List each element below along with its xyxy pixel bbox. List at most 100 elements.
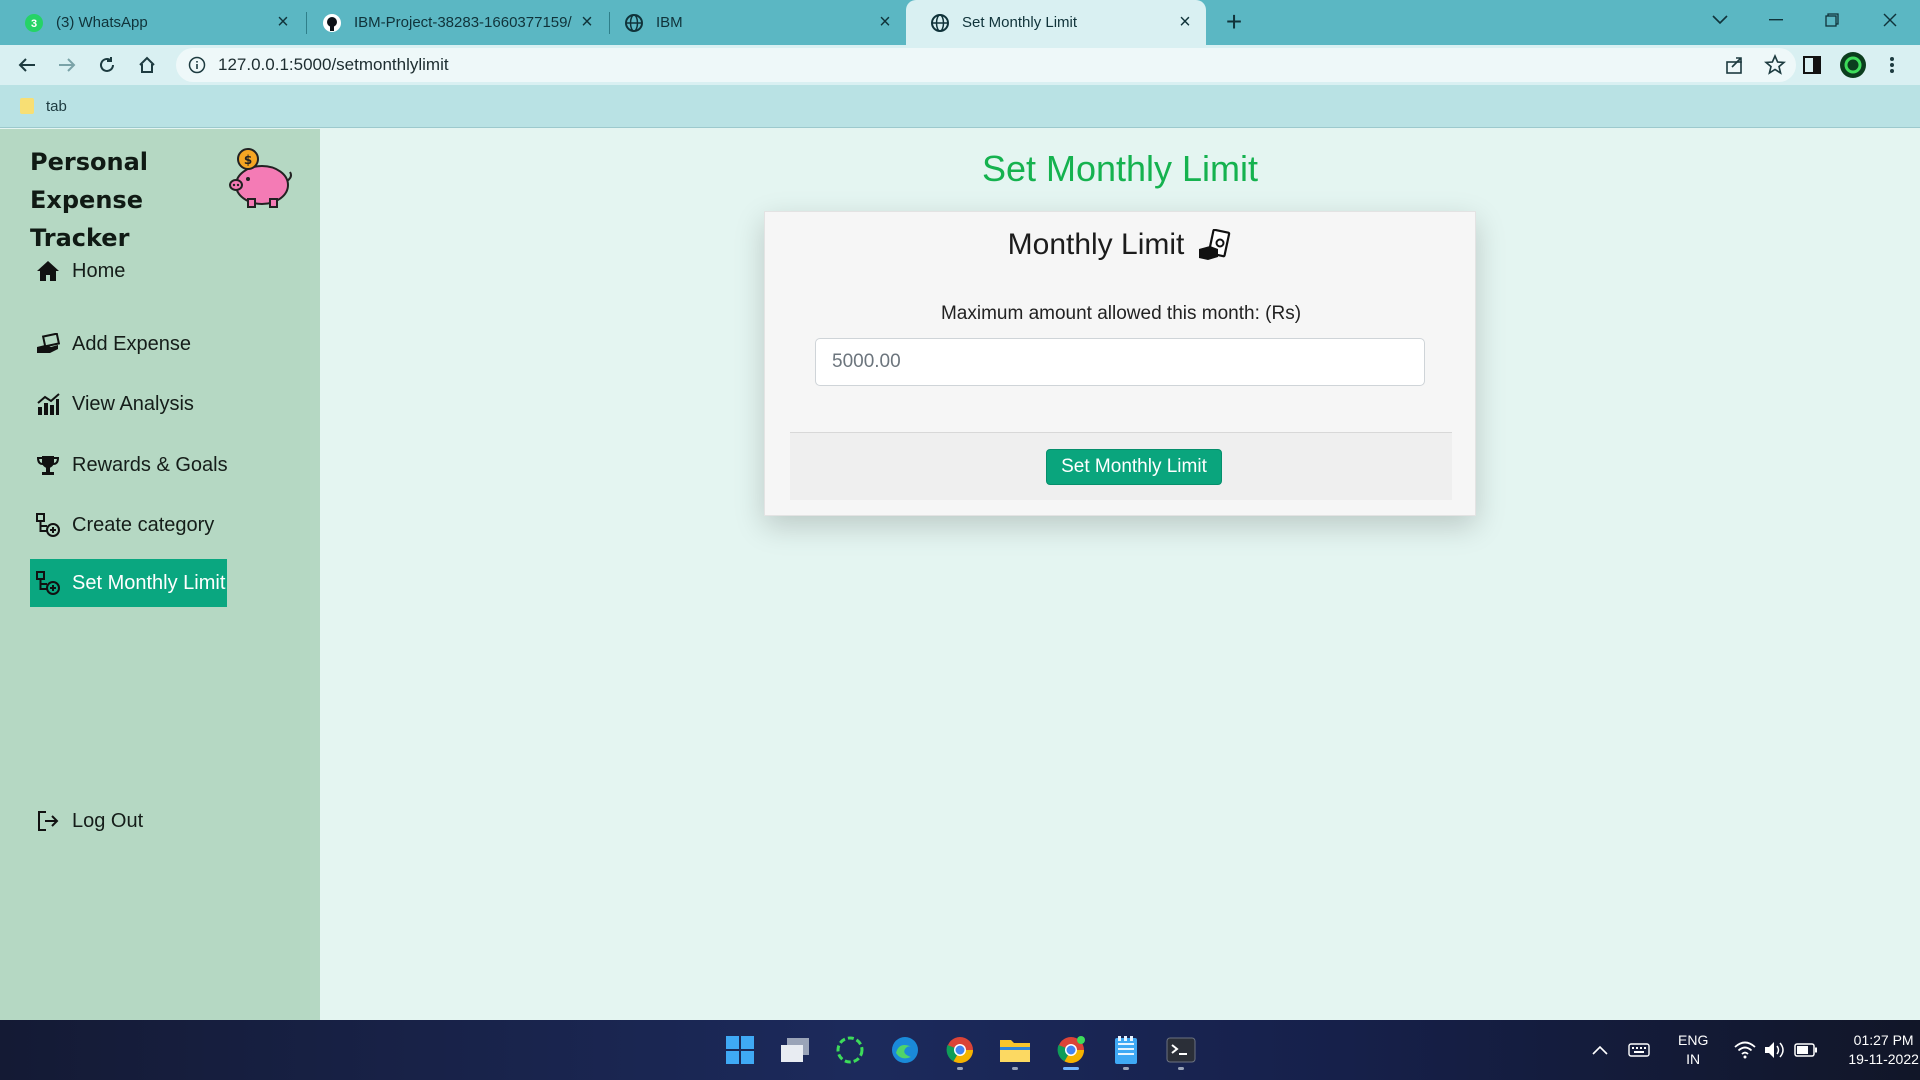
github-icon — [322, 13, 342, 33]
reload-icon — [100, 57, 114, 72]
monthly-limit-card: Monthly Limit Maximum amount allowed thi… — [764, 211, 1476, 516]
system-tray: ENG IN 01:27 PM 19-11-2022 — [1592, 1020, 1919, 1080]
trophy-icon — [36, 453, 60, 477]
language-indicator[interactable]: ENG IN — [1678, 1031, 1708, 1069]
task-view-button[interactable] — [773, 1028, 817, 1072]
arrow-right-icon — [59, 58, 76, 72]
chevron-down-icon — [1712, 15, 1728, 25]
max-amount-label: Maximum amount allowed this month: (Rs) — [940, 303, 1302, 324]
close-icon[interactable]: × — [1172, 10, 1198, 36]
sidebar-item-add-expense[interactable]: Add Expense — [30, 320, 195, 368]
wifi-icon[interactable] — [1734, 1041, 1756, 1059]
task-view-icon — [781, 1038, 809, 1062]
bookmarks-bar: tab — [0, 85, 1920, 128]
sidebar-item-rewards-goals[interactable]: Rewards & Goals — [30, 441, 232, 489]
home-icon — [36, 259, 60, 283]
card-footer: Set Monthly Limit — [790, 432, 1452, 500]
sidebar-item-label: Create category — [72, 513, 215, 536]
battery-icon[interactable] — [1794, 1043, 1818, 1057]
sidebar-item-label: Add Expense — [72, 332, 191, 355]
edge-button[interactable] — [883, 1028, 927, 1072]
start-button[interactable] — [718, 1028, 762, 1072]
running-indicator — [957, 1067, 963, 1070]
windows-taskbar: ENG IN 01:27 PM 19-11-2022 — [0, 1020, 1920, 1080]
tab-title: IBM — [656, 14, 683, 31]
sidebar-item-label: Log Out — [72, 809, 144, 832]
svg-text:3: 3 — [31, 18, 37, 30]
sidebar-item-home[interactable]: Home — [30, 247, 129, 295]
clock[interactable]: 01:27 PM 19-11-2022 — [1848, 1031, 1919, 1069]
clock-time: 01:27 PM — [1853, 1032, 1914, 1048]
category-add-icon — [36, 571, 60, 595]
back-button[interactable] — [11, 49, 43, 81]
keyboard-icon[interactable] — [1628, 1042, 1650, 1058]
chrome-button[interactable] — [938, 1028, 982, 1072]
close-icon — [1883, 13, 1897, 27]
chevron-up-icon[interactable] — [1592, 1045, 1608, 1055]
running-indicator — [1178, 1067, 1184, 1070]
info-icon[interactable] — [188, 56, 206, 74]
sidebar-item-label: Home — [72, 259, 126, 282]
star-icon[interactable] — [1764, 54, 1786, 76]
svg-text:$: $ — [244, 153, 252, 167]
set-monthly-limit-button[interactable]: Set Monthly Limit — [1046, 449, 1222, 485]
notepad-icon — [1115, 1036, 1137, 1064]
sidebar-item-label: View Analysis — [72, 392, 194, 415]
cash-hand-icon — [1199, 229, 1231, 260]
card-title: Monthly Limit — [1007, 228, 1185, 261]
sidebar-item-set-monthly-limit[interactable]: Set Monthly Limit — [30, 559, 227, 607]
close-icon[interactable]: × — [574, 10, 600, 36]
browser-tab-strip: 3 (3) WhatsApp × IBM-Project-38283-16603… — [0, 0, 1920, 45]
tab-set-monthly-limit[interactable]: Set Monthly Limit × — [906, 0, 1206, 45]
volume-icon[interactable] — [1764, 1041, 1786, 1059]
region-code: IN — [1686, 1051, 1701, 1067]
close-window-button[interactable] — [1862, 0, 1918, 40]
folder-icon — [20, 98, 34, 114]
kebab-menu-icon — [1890, 57, 1894, 73]
close-icon[interactable]: × — [872, 10, 898, 36]
file-explorer-icon — [1000, 1040, 1030, 1062]
restore-button[interactable] — [1804, 0, 1860, 40]
tab-whatsapp[interactable]: 3 (3) WhatsApp × — [0, 0, 304, 45]
notepad-button[interactable] — [1104, 1028, 1148, 1072]
address-bar[interactable]: 127.0.0.1:5000/setmonthlylimit — [176, 48, 1796, 82]
reload-button[interactable] — [91, 49, 123, 81]
side-panel-button[interactable] — [1796, 49, 1828, 81]
home-button[interactable] — [131, 49, 163, 81]
close-icon[interactable]: × — [270, 10, 296, 36]
forward-button[interactable] — [51, 49, 83, 81]
browser-menu-button[interactable] — [1876, 49, 1908, 81]
terminal-button[interactable] — [1159, 1028, 1203, 1072]
monthly-limit-input[interactable] — [815, 338, 1425, 386]
app-brand-title: Personal Expense Tracker — [30, 148, 148, 252]
globe-icon — [624, 13, 644, 33]
app-icon — [836, 1036, 864, 1064]
bookmark-folder-tab[interactable]: tab — [20, 98, 67, 115]
taskbar-app-button[interactable] — [828, 1028, 872, 1072]
sidebar-item-create-category[interactable]: Create category — [30, 501, 218, 549]
chart-icon — [36, 392, 60, 416]
logout-button[interactable]: Log Out — [30, 797, 147, 845]
chrome-icon — [1057, 1036, 1085, 1064]
tab-divider — [306, 12, 307, 34]
edge-icon — [892, 1037, 918, 1063]
file-explorer-button[interactable] — [993, 1028, 1037, 1072]
piggy-bank-icon: $ — [229, 148, 292, 208]
minimize-button[interactable] — [1748, 0, 1804, 40]
chrome-active-button[interactable] — [1049, 1028, 1093, 1072]
profile-avatar[interactable] — [1837, 49, 1869, 81]
sidebar-item-label: Rewards & Goals — [72, 453, 228, 476]
new-tab-button[interactable]: + — [1218, 6, 1250, 38]
tab-search-button[interactable] — [1692, 0, 1748, 40]
tab-title: Set Monthly Limit — [962, 14, 1078, 31]
running-indicator — [1063, 1067, 1079, 1070]
sidebar-item-view-analysis[interactable]: View Analysis — [30, 380, 198, 428]
share-icon[interactable] — [1724, 54, 1746, 76]
side-panel-icon — [1803, 56, 1821, 74]
tab-ibm[interactable]: IBM × — [610, 0, 906, 45]
sidebar-item-label: Set Monthly Limit — [72, 571, 226, 594]
avatar-icon — [1840, 52, 1866, 78]
tab-github[interactable]: IBM-Project-38283-1660377159/ × — [308, 0, 608, 45]
whatsapp-icon: 3 — [24, 13, 44, 33]
sidebar: Personal Expense Tracker $ Home Add Expe… — [0, 129, 320, 1020]
